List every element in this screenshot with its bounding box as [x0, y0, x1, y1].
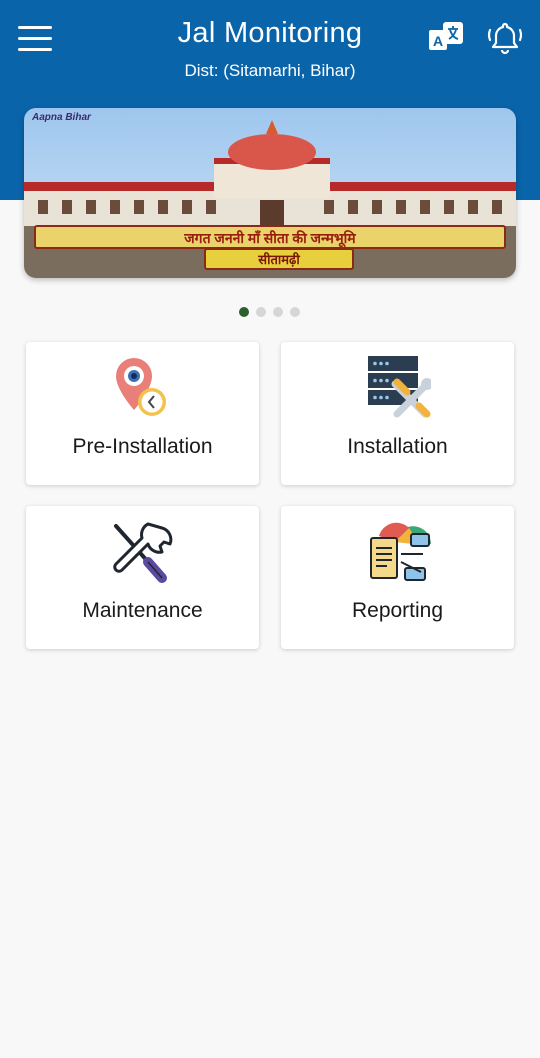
district-subtitle: Dist: (Sitamarhi, Bihar) [184, 61, 356, 80]
carousel-dot[interactable] [256, 307, 266, 317]
wrench-screwdriver-icon [112, 518, 176, 586]
carousel-dot[interactable] [239, 307, 249, 317]
banner-subcaption: सीतामढ़ी [204, 248, 354, 270]
svg-text:A: A [433, 33, 443, 49]
maintenance-tile[interactable]: Maintenance [26, 506, 259, 649]
reporting-label: Reporting [351, 599, 444, 622]
reporting-tile[interactable]: Reporting [281, 506, 514, 649]
bell-icon[interactable] [486, 20, 524, 56]
maintenance-label: Maintenance [82, 599, 203, 622]
carousel-dot[interactable] [290, 307, 300, 317]
report-chart-icon [367, 518, 431, 586]
pre-installation-label: Pre-Installation [72, 435, 213, 458]
translate-icon[interactable]: A [427, 21, 465, 55]
server-tools-icon [367, 354, 433, 422]
installation-label: Installation [347, 435, 448, 458]
installation-tile[interactable]: Installation [281, 342, 514, 485]
location-clock-icon [112, 354, 176, 422]
banner-logo: Aapna Bihar [32, 112, 91, 123]
carousel-dot[interactable] [273, 307, 283, 317]
banner-carousel[interactable]: Aapna Bihar जगत जननी माँ सीता की जन्मभूम… [24, 108, 516, 278]
banner-caption: जगत जननी माँ सीता की जन्मभूमि [34, 225, 506, 249]
pre-installation-tile[interactable]: Pre-Installation [26, 342, 259, 485]
